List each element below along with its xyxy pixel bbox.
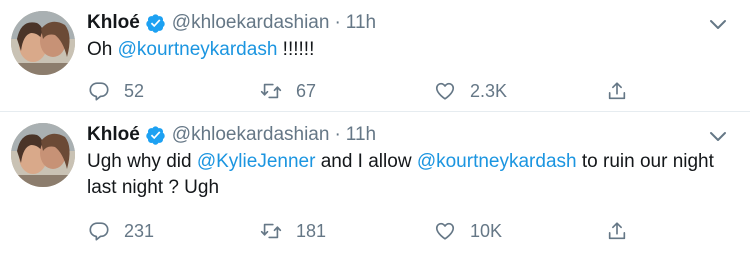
verified-badge-icon: [145, 13, 166, 34]
share-button[interactable]: [606, 80, 628, 102]
tweet-text-segment: !!!!!!: [277, 39, 315, 60]
user-handle[interactable]: @khloekardashian: [172, 124, 330, 146]
tweet[interactable]: Khloé @khloekardashian · 11h Oh @kourtne…: [0, 0, 750, 112]
retweet-icon: [260, 220, 282, 242]
reply-button[interactable]: 52: [88, 80, 144, 102]
chevron-down-icon[interactable]: [706, 12, 730, 36]
mention-link[interactable]: @kourtneykardash: [417, 151, 577, 172]
mention-link[interactable]: @kourtneykardash: [118, 39, 278, 60]
retweet-button[interactable]: 181: [260, 220, 326, 242]
like-count: 2.3K: [470, 80, 508, 101]
tweet-header: Khloé @khloekardashian · 11h: [87, 122, 730, 148]
share-button[interactable]: [606, 220, 628, 242]
timestamp[interactable]: 11h: [346, 124, 376, 146]
like-button[interactable]: 10K: [434, 220, 502, 242]
reply-count: 231: [124, 220, 155, 241]
separator-dot: ·: [334, 124, 341, 145]
share-icon: [606, 220, 628, 242]
user-handle[interactable]: @khloekardashian: [172, 12, 330, 34]
heart-icon: [434, 80, 456, 102]
chevron-down-icon[interactable]: [706, 124, 730, 148]
reply-button[interactable]: 231: [88, 220, 154, 242]
retweet-count: 67: [296, 80, 317, 101]
tweet-text: Ugh why did @KylieJenner and I allow @ko…: [87, 149, 727, 201]
like-count: 10K: [470, 220, 503, 241]
display-name[interactable]: Khloé: [87, 124, 140, 146]
tweet-text: Oh @kourtneykardash !!!!!!: [87, 37, 727, 63]
tweet-text-segment: Oh: [87, 39, 118, 60]
avatar-photo: [11, 11, 75, 75]
verified-badge-icon: [145, 125, 166, 146]
reply-icon: [88, 220, 110, 242]
retweet-icon: [260, 80, 282, 102]
tweet-header: Khloé @khloekardashian · 11h: [87, 10, 730, 36]
tweet-text-segment: Ugh why did: [87, 151, 197, 172]
like-button[interactable]: 2.3K: [434, 80, 507, 102]
avatar[interactable]: [11, 123, 75, 187]
tweet[interactable]: Khloé @khloekardashian · 11h Ugh why did…: [0, 112, 750, 254]
avatar-photo: [11, 123, 75, 187]
retweet-count: 181: [296, 220, 327, 241]
avatar[interactable]: [11, 11, 75, 75]
reply-icon: [88, 80, 110, 102]
timestamp[interactable]: 11h: [346, 12, 376, 34]
reply-count: 52: [124, 80, 145, 101]
separator-dot: ·: [334, 12, 341, 33]
heart-icon: [434, 220, 456, 242]
share-icon: [606, 80, 628, 102]
tweet-text-segment: and I allow: [315, 151, 417, 172]
display-name[interactable]: Khloé: [87, 12, 140, 34]
mention-link[interactable]: @KylieJenner: [197, 151, 316, 172]
retweet-button[interactable]: 67: [260, 80, 316, 102]
